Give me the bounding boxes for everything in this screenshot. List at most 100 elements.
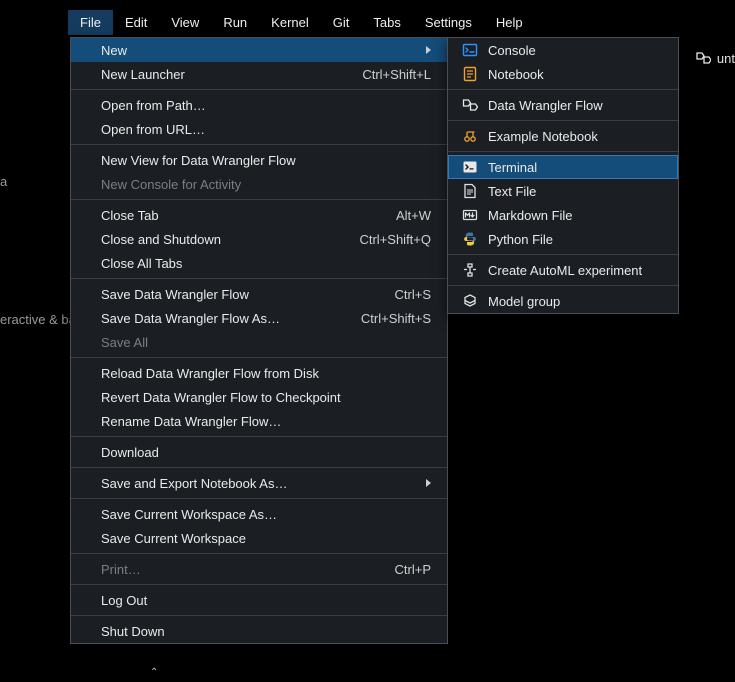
submenu-item-label: Text File [488,184,536,199]
menu-separator [71,553,447,554]
menu-item-label: Save Current Workspace As… [101,507,277,522]
menu-item[interactable]: Rename Data Wrangler Flow… [71,409,447,433]
submenu-item-label: Console [488,43,536,58]
submenu-item[interactable]: Terminal [448,155,678,179]
new-submenu: Console Notebook Data Wrangler Flow Example… [447,37,679,314]
example-notebook-icon [462,128,478,144]
menu-separator [448,120,678,121]
menu-separator [71,199,447,200]
menu-separator [448,89,678,90]
menubar-item-run[interactable]: Run [211,10,259,35]
menu-separator [71,584,447,585]
menu-item: New Console for Activity [71,172,447,196]
menu-item[interactable]: Download [71,440,447,464]
menu-item[interactable]: Open from URL… [71,117,447,141]
automl-icon [462,262,478,278]
submenu-item[interactable]: Create AutoML experiment [448,258,678,282]
menu-item-label: Close Tab [101,208,159,223]
submenu-item-label: Terminal [488,160,537,175]
menu-item[interactable]: New View for Data Wrangler Flow [71,148,447,172]
menu-item[interactable]: Save and Export Notebook As… [71,471,447,495]
menu-item[interactable]: New [71,38,447,62]
submenu-item-label: Create AutoML experiment [488,263,642,278]
menu-item[interactable]: Log Out [71,588,447,612]
submenu-item-label: Example Notebook [488,129,598,144]
menu-item[interactable]: Save Data Wrangler Flow As…Ctrl+Shift+S [71,306,447,330]
menubar-item-file[interactable]: File [68,10,113,35]
bg-text: a [0,174,7,189]
menubar-item-edit[interactable]: Edit [113,10,159,35]
menu-separator [71,436,447,437]
menu-item[interactable]: Close Tab Alt+W [71,203,447,227]
menu-item: Print… Ctrl+P [71,557,447,581]
menu-separator [71,278,447,279]
menu-item-label: Save All [101,335,148,350]
menu-item-label: New Launcher [101,67,185,82]
menu-shortcut: Ctrl+Shift+L [362,67,431,82]
submenu-item[interactable]: Example Notebook [448,124,678,148]
console-icon [462,42,478,58]
menu-item[interactable]: Revert Data Wrangler Flow to Checkpoint [71,385,447,409]
chevron-up-icon: ⌃ [150,667,158,678]
menubar-item-settings[interactable]: Settings [413,10,484,35]
menu-item[interactable]: Shut Down [71,619,447,643]
model-group-icon [462,293,478,309]
menu-item-label: Open from Path… [101,98,206,113]
menu-shortcut: Ctrl+S [395,287,431,302]
menu-separator [71,615,447,616]
submenu-item[interactable]: Model group [448,289,678,313]
menu-item[interactable]: Close All Tabs [71,251,447,275]
menu-shortcut: Alt+W [396,208,431,223]
menu-item-label: Download [101,445,159,460]
menu-separator [448,151,678,152]
submenu-item-label: Markdown File [488,208,573,223]
menu-item[interactable]: Reload Data Wrangler Flow from Disk [71,361,447,385]
submenu-item-label: Python File [488,232,553,247]
menu-item-label: Revert Data Wrangler Flow to Checkpoint [101,390,341,405]
menu-item-label: Save Data Wrangler Flow [101,287,249,302]
submenu-item-label: Notebook [488,67,544,82]
menu-item-label: Close and Shutdown [101,232,221,247]
menu-item-label: Close All Tabs [101,256,182,271]
submenu-item-label: Model group [488,294,560,309]
submenu-item[interactable]: Notebook [448,62,678,86]
menubar-item-git[interactable]: Git [321,10,362,35]
submenu-item[interactable]: Text File [448,179,678,203]
submenu-item[interactable]: Python File [448,227,678,251]
menu-item-label: New [101,43,127,58]
menu-item-label: New Console for Activity [101,177,241,192]
menu-item-label: Log Out [101,593,147,608]
menubar-item-tabs[interactable]: Tabs [361,10,412,35]
python-file-icon [462,231,478,247]
menu-item: Save All [71,330,447,354]
file-menu: New New Launcher Ctrl+Shift+L Open from Pat… [70,37,448,644]
menu-item-label: Reload Data Wrangler Flow from Disk [101,366,319,381]
menubar-item-kernel[interactable]: Kernel [259,10,321,35]
submenu-item[interactable]: Data Wrangler Flow [448,93,678,117]
menu-shortcut: Ctrl+Shift+S [361,311,431,326]
chevron-right-icon [426,46,431,54]
menu-item-label: Print… [101,562,141,577]
menu-separator [448,285,678,286]
menu-shortcut: Ctrl+Shift+Q [359,232,431,247]
data-wrangler-tab-icon [695,50,711,66]
terminal-icon [462,159,478,175]
menu-item[interactable]: Save Current Workspace As… [71,502,447,526]
menubar-item-view[interactable]: View [159,10,211,35]
tab-label[interactable]: unt [717,51,735,66]
menu-item-label: Open from URL… [101,122,205,137]
menu-item[interactable]: Open from Path… [71,93,447,117]
menu-item[interactable]: Save Current Workspace [71,526,447,550]
menu-separator [71,89,447,90]
menubar-item-help[interactable]: Help [484,10,535,35]
menu-item-label: Save and Export Notebook As… [101,476,287,491]
submenu-item[interactable]: Console [448,38,678,62]
menu-item-label: Rename Data Wrangler Flow… [101,414,281,429]
markdown-file-icon [462,207,478,223]
menu-item[interactable]: Close and Shutdown Ctrl+Shift+Q [71,227,447,251]
menu-item[interactable]: Save Data Wrangler Flow Ctrl+S [71,282,447,306]
menu-item[interactable]: New Launcher Ctrl+Shift+L [71,62,447,86]
menu-shortcut: Ctrl+P [395,562,431,577]
menubar: FileEditViewRunKernelGitTabsSettingsHelp [68,8,535,36]
submenu-item[interactable]: Markdown File [448,203,678,227]
